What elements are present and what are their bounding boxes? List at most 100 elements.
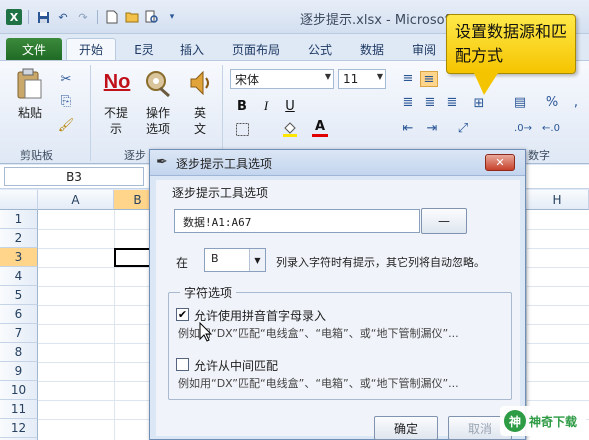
- row-header[interactable]: 9: [0, 362, 38, 381]
- decrease-decimal-icon[interactable]: ←.0: [540, 121, 562, 135]
- step-group-label: 逐步: [124, 149, 146, 162]
- bold-icon[interactable]: B: [234, 97, 250, 115]
- close-button[interactable]: ✕: [485, 154, 515, 171]
- row-header[interactable]: 8: [0, 343, 38, 362]
- excel-logo-icon[interactable]: X: [6, 9, 22, 25]
- pinyin-option-label[interactable]: 允许使用拼音首字母录入: [194, 307, 326, 324]
- chevron-down-icon: ▼: [324, 72, 331, 81]
- row-header[interactable]: 12: [0, 419, 38, 438]
- qat-separator: [28, 10, 29, 24]
- row-header[interactable]: 4: [0, 267, 38, 286]
- tab-data[interactable]: 数据: [352, 38, 392, 60]
- no-prompt-button[interactable]: 不提示: [101, 105, 131, 137]
- column-select[interactable]: B ▼: [204, 248, 266, 272]
- number-group-label: 数字: [528, 149, 550, 162]
- group-separator: [222, 65, 223, 161]
- orientation-icon[interactable]: ⤢: [452, 121, 474, 136]
- options-label: 操作选项: [145, 106, 170, 136]
- qat-separator: [97, 10, 98, 24]
- pen-icon: ✒: [156, 154, 168, 170]
- copy-icon[interactable]: ⎘: [58, 93, 74, 109]
- watermark-logo: 神: [504, 410, 526, 432]
- clipboard-group-label: 剪贴板: [20, 149, 53, 162]
- name-box[interactable]: B3: [4, 167, 144, 186]
- underline-icon[interactable]: U: [282, 97, 298, 115]
- row-header[interactable]: 7: [0, 324, 38, 343]
- row-header[interactable]: 5: [0, 286, 38, 305]
- range-select-button[interactable]: —: [421, 208, 467, 234]
- column-header-a[interactable]: A: [38, 190, 114, 210]
- cut-icon[interactable]: ✂: [58, 71, 74, 87]
- row-header[interactable]: 3: [0, 248, 38, 267]
- english-button[interactable]: 英文: [186, 105, 214, 137]
- font-color-icon[interactable]: A: [312, 119, 328, 137]
- align-left-icon[interactable]: ≣: [400, 95, 416, 110]
- customize-qat-icon[interactable]: ▾: [164, 9, 180, 25]
- in-label: 在: [176, 256, 189, 270]
- percent-icon[interactable]: %: [544, 95, 560, 110]
- paste-button[interactable]: 粘贴: [16, 105, 44, 121]
- row-header[interactable]: 6: [0, 305, 38, 324]
- column-header-h[interactable]: H: [526, 190, 589, 210]
- english-label: 英文: [193, 106, 206, 136]
- new-icon[interactable]: [104, 9, 120, 25]
- increase-decimal-icon[interactable]: .0→: [512, 121, 534, 135]
- font-name-combo[interactable]: 宋体 ▼: [230, 69, 334, 89]
- ok-button[interactable]: 确定: [374, 416, 438, 440]
- fill-color-icon[interactable]: [280, 121, 300, 137]
- speaker-icon[interactable]: [186, 67, 214, 99]
- quick-access-toolbar: X ↶ ↷ ▾: [6, 9, 180, 25]
- row-header[interactable]: 11: [0, 400, 38, 419]
- pinyin-checkbox[interactable]: ✔: [176, 308, 189, 321]
- dialog-title: 逐步提示工具选项: [176, 157, 273, 171]
- borders-icon[interactable]: [234, 121, 250, 137]
- mouse-cursor-icon: [199, 322, 213, 342]
- accounting-format-icon[interactable]: ▤: [512, 95, 528, 110]
- middle-match-checkbox[interactable]: [176, 358, 189, 371]
- tab-review[interactable]: 审阅: [404, 38, 444, 60]
- paste-icon[interactable]: [14, 67, 44, 101]
- no-prompt-label: 不提示: [103, 106, 128, 136]
- redo-icon[interactable]: ↷: [75, 9, 91, 25]
- preview-icon[interactable]: [144, 9, 160, 25]
- tab-formulas[interactable]: 公式: [300, 38, 340, 60]
- align-right-icon[interactable]: ≣: [444, 95, 460, 110]
- pinyin-option-note: 例如用“DX”匹配“电线盒”、“电箱”、或“地下管制漏仪”...: [178, 327, 459, 340]
- tab-eling[interactable]: E灵: [124, 38, 164, 60]
- select-all-corner[interactable]: [0, 190, 38, 210]
- tab-file[interactable]: 文件: [6, 38, 62, 60]
- options-icon[interactable]: [142, 67, 174, 99]
- save-icon[interactable]: [35, 9, 51, 25]
- tab-home[interactable]: 开始: [66, 38, 116, 60]
- row-header[interactable]: 2: [0, 229, 38, 248]
- data-source-input[interactable]: 数据!A1:A67: [174, 209, 420, 233]
- row-header[interactable]: 1: [0, 210, 38, 229]
- options-button[interactable]: 操作选项: [142, 105, 174, 137]
- italic-icon[interactable]: I: [258, 97, 274, 115]
- watermark-text: 神奇下载: [529, 414, 578, 429]
- comma-style-icon[interactable]: ,: [568, 95, 584, 110]
- paste-label: 粘贴: [17, 106, 42, 120]
- decrease-indent-icon[interactable]: ⇤: [400, 121, 416, 136]
- callout-note: 设置数据源和匹配方式: [446, 14, 576, 74]
- grid-line: [114, 210, 115, 440]
- no-prompt-icon[interactable]: No: [100, 67, 134, 97]
- tab-insert[interactable]: 插入: [172, 38, 212, 60]
- open-icon[interactable]: [124, 9, 140, 25]
- middle-match-option-label[interactable]: 允许从中间匹配: [194, 357, 278, 374]
- font-name-value: 宋体: [235, 72, 260, 87]
- middle-match-option-note: 例如用“DX”匹配“电线盒”、“电箱”、或“地下管制漏仪”...: [178, 377, 459, 390]
- increase-indent-icon[interactable]: ⇥: [424, 121, 440, 136]
- tab-page-layout[interactable]: 页面布局: [224, 38, 288, 60]
- char-options-legend: 字符选项: [180, 284, 237, 301]
- merge-center-icon[interactable]: ⊞: [468, 95, 490, 111]
- align-top-icon[interactable]: ≡: [400, 71, 416, 86]
- align-center-icon[interactable]: ≣: [422, 95, 438, 110]
- undo-icon[interactable]: ↶: [55, 9, 71, 25]
- align-middle-icon[interactable]: ≡: [420, 71, 438, 87]
- group-separator: [90, 65, 91, 161]
- section-label: 逐步提示工具选项: [172, 186, 269, 200]
- row-header[interactable]: 10: [0, 381, 38, 400]
- font-size-combo[interactable]: 11 ▼: [338, 69, 386, 89]
- format-painter-icon[interactable]: 🖌: [58, 117, 75, 133]
